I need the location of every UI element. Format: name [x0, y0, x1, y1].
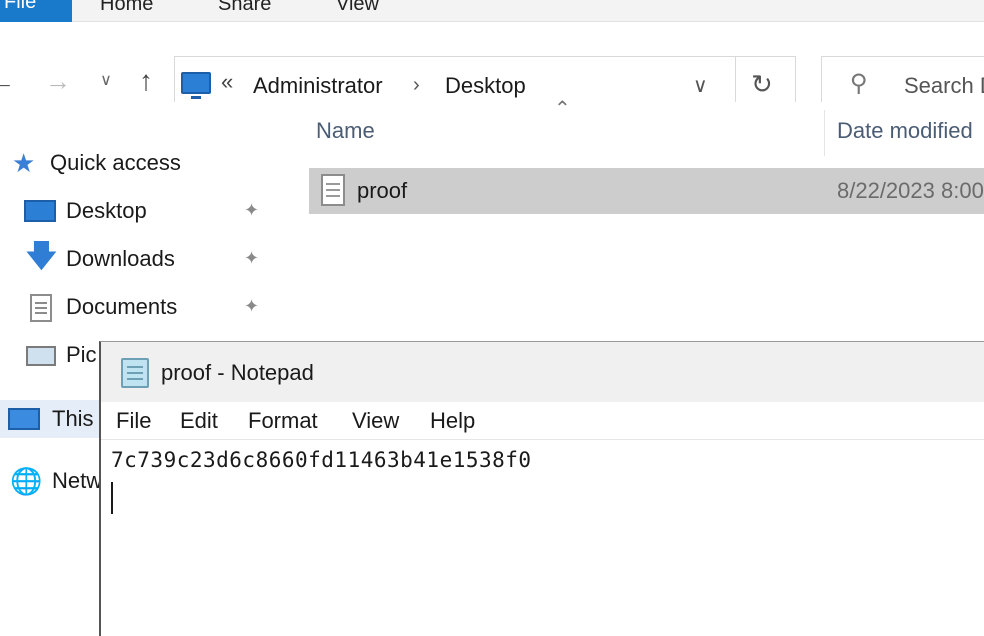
address-overflow-chevron[interactable]: « — [221, 69, 233, 95]
pictures-icon — [26, 346, 56, 366]
up-arrow-icon[interactable]: ↑ — [132, 66, 160, 96]
column-header-date-modified[interactable]: Date modified — [837, 118, 973, 144]
ribbon-tab-share[interactable]: Share — [218, 0, 271, 19]
refresh-icon[interactable]: ↻ — [751, 69, 773, 100]
back-arrow-icon[interactable]: ← — [0, 66, 16, 96]
document-icon — [30, 294, 52, 322]
desktop-icon — [24, 200, 56, 222]
menu-help[interactable]: Help — [430, 408, 475, 434]
sidebar-item-label: Downloads — [66, 246, 175, 271]
recent-locations-chevron-icon[interactable]: ∨ — [92, 66, 120, 96]
sidebar-item-label: This — [52, 406, 94, 431]
network-icon: 🌐 — [10, 466, 43, 496]
search-placeholder: Search D — [904, 73, 984, 98]
window-title: proof - Notepad — [161, 360, 314, 385]
text-file-icon — [321, 174, 345, 206]
pin-icon[interactable]: ✦ — [244, 200, 259, 221]
ribbon-tab-file[interactable]: File — [0, 0, 72, 22]
column-divider[interactable] — [824, 110, 825, 156]
menu-edit[interactable]: Edit — [180, 408, 218, 434]
ribbon-tab-home[interactable]: Home — [100, 0, 153, 19]
text-editor[interactable]: 7c739c23d6c8660fd11463b41e1538f0 — [101, 440, 984, 636]
breadcrumb-desktop[interactable]: Desktop — [445, 73, 526, 99]
menu-view[interactable]: View — [352, 408, 399, 434]
navigation-bar: ← → ∨ ↑ « Administrator › Desktop ∨ ↻ ⚲ … — [0, 22, 984, 114]
pin-icon[interactable]: ✦ — [244, 248, 259, 269]
address-dropdown-chevron-icon[interactable]: ∨ — [693, 73, 708, 98]
pc-icon — [8, 408, 40, 430]
file-name: proof — [357, 178, 408, 203]
sidebar-item-label: Pic — [66, 342, 97, 367]
download-icon: 🡇 — [26, 240, 57, 273]
forward-arrow-icon[interactable]: → — [44, 66, 72, 96]
search-icon: ⚲ — [850, 70, 868, 97]
ribbon: File Home Share View — [0, 0, 984, 22]
breadcrumb-separator-icon[interactable]: › — [413, 74, 420, 97]
sidebar-item-label: Quick access — [50, 150, 181, 175]
menu-file[interactable]: File — [116, 408, 151, 434]
column-header-name[interactable]: Name — [316, 118, 375, 144]
computer-icon — [181, 72, 211, 99]
file-date-modified: 8/22/2023 8:00 — [837, 178, 984, 203]
breadcrumb-administrator[interactable]: Administrator — [253, 73, 383, 99]
file-row[interactable]: proof 8/22/2023 8:00 — [309, 168, 984, 214]
ribbon-tab-view[interactable]: View — [336, 0, 379, 19]
sidebar-item-label: Netw — [52, 468, 103, 493]
pin-icon[interactable]: ✦ — [244, 296, 259, 317]
sidebar-item-label: Desktop — [66, 198, 147, 223]
editor-content: 7c739c23d6c8660fd11463b41e1538f0 — [111, 448, 532, 472]
sort-ascending-icon: ⌃ — [554, 98, 571, 120]
notepad-window: proof - Notepad File Edit Format View He… — [99, 341, 984, 636]
menu-format[interactable]: Format — [248, 408, 318, 434]
menu-bar: File Edit Format View Help — [101, 402, 984, 440]
notepad-icon — [121, 358, 149, 388]
star-icon: ★ — [12, 148, 36, 178]
text-caret — [111, 482, 113, 514]
sidebar-item-label: Documents — [66, 294, 178, 319]
